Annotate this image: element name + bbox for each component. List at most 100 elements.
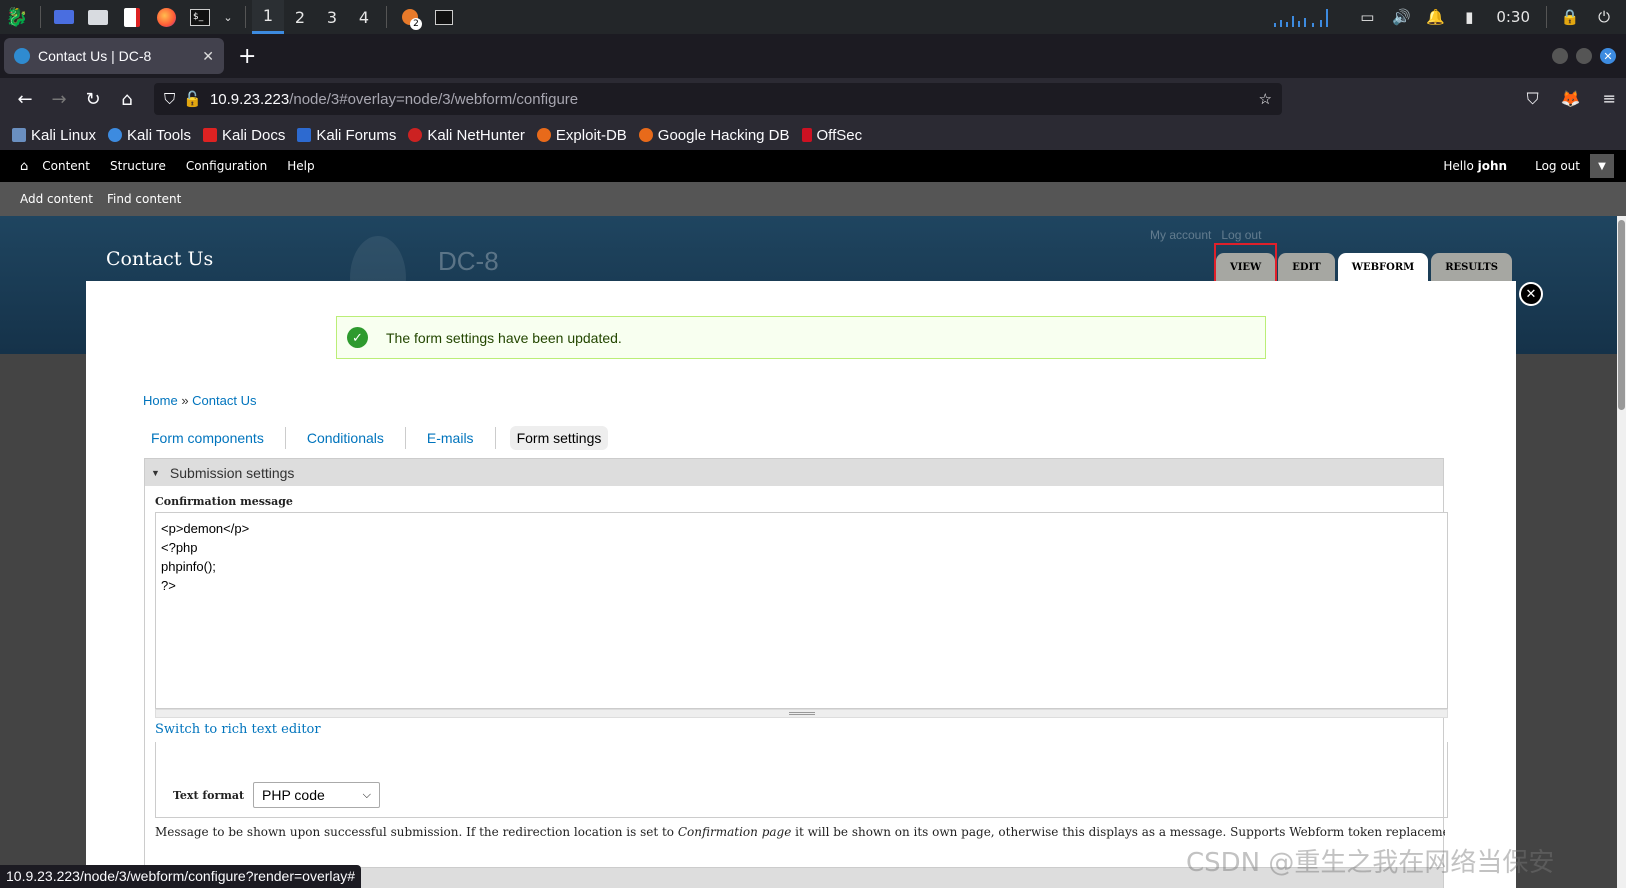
- display-icon[interactable]: ▭: [1355, 6, 1379, 28]
- site-name: DC-8: [438, 246, 499, 276]
- site-logout-link[interactable]: Log out: [1221, 228, 1261, 242]
- username[interactable]: john: [1478, 159, 1507, 173]
- notification-bell-icon[interactable]: 🔔: [1423, 6, 1447, 28]
- bookmark-label: Kali Docs: [221, 126, 286, 144]
- description-italic: Confirmation page: [677, 825, 792, 839]
- tab-divider: [284, 427, 286, 449]
- confirmation-message-label: Confirmation message: [155, 495, 293, 508]
- shortcuts-bar: Add content Find content: [0, 182, 1626, 216]
- toolbar-logout[interactable]: Log out: [1535, 159, 1580, 173]
- firefox-icon[interactable]: [154, 6, 178, 28]
- forward-arrow-icon[interactable]: →: [42, 89, 76, 110]
- shortcut-add-content[interactable]: Add content: [20, 192, 93, 206]
- tab-e-mails[interactable]: E-mails: [420, 426, 481, 450]
- hello-label: Hello: [1443, 159, 1474, 173]
- page-scrollbar[interactable]: [1617, 216, 1626, 888]
- taskbar-separator: [40, 6, 41, 28]
- hamburger-menu-icon[interactable]: ≡: [1603, 89, 1616, 109]
- extension-icon[interactable]: 🦊: [1561, 89, 1581, 109]
- bookmark-exploit-db[interactable]: Exploit-DB: [536, 127, 627, 144]
- submission-settings-fieldset: ▼ Submission settings Confirmation messa…: [144, 458, 1448, 888]
- taskbar: 🐉 $_ ⌄ 1 2 3 4 2 ▭ 🔊 🔔 ▮ 0:30 🔒 ⏻: [0, 0, 1626, 34]
- chevron-down-icon: ⌵: [362, 788, 371, 801]
- tab-form-components[interactable]: Form components: [144, 426, 271, 450]
- close-tab-icon[interactable]: ✕: [202, 48, 214, 65]
- status-message: ✓ The form settings have been updated.: [336, 316, 1266, 359]
- window-count-badge: 2: [410, 18, 422, 30]
- home-icon[interactable]: ⌂: [110, 89, 144, 110]
- scrollbar-thumb[interactable]: [1618, 220, 1625, 410]
- breadcrumb-contact-us[interactable]: Contact Us: [192, 393, 256, 408]
- bookmark-kali-linux[interactable]: Kali Linux: [12, 127, 96, 144]
- bookmark-kali-nethunter[interactable]: Kali NetHunter: [408, 127, 525, 144]
- close-window-icon[interactable]: ✕: [1600, 48, 1616, 64]
- workspace-2[interactable]: 2: [284, 0, 316, 34]
- cpu-graph: [1204, 5, 1334, 29]
- tab-webform[interactable]: WEBFORM: [1337, 253, 1429, 281]
- kali-menu-icon[interactable]: 🐉: [5, 6, 29, 28]
- fieldset-legend[interactable]: ▼ Submission settings: [145, 459, 1443, 486]
- power-icon[interactable]: ⏻: [1592, 6, 1616, 28]
- bookmark-kali-docs[interactable]: Kali Docs: [202, 126, 286, 144]
- terminal-window-icon[interactable]: [432, 6, 456, 28]
- bookmark-kali-tools[interactable]: Kali Tools: [108, 127, 191, 144]
- confirmation-message-textarea[interactable]: [155, 512, 1448, 709]
- menu-content[interactable]: Content: [42, 159, 90, 173]
- bookmark-label: OffSec: [816, 126, 863, 144]
- tab-results[interactable]: RESULTS: [1431, 253, 1512, 281]
- pocket-icon[interactable]: ⛉: [1527, 89, 1539, 109]
- text-format-value: PHP code: [262, 787, 325, 803]
- volume-icon[interactable]: 🔊: [1389, 6, 1413, 28]
- workspace-3[interactable]: 3: [316, 0, 348, 34]
- url-bar[interactable]: ⛉ 🔓 10.9.23.223 /node/3#overlay=node/3/w…: [154, 83, 1282, 115]
- minimize-icon[interactable]: [1552, 48, 1568, 64]
- bookmark-kali-forums[interactable]: Kali Forums: [297, 127, 396, 144]
- menu-help[interactable]: Help: [287, 159, 314, 173]
- workspace-1[interactable]: 1: [252, 0, 284, 34]
- tab-conditionals[interactable]: Conditionals: [300, 426, 391, 450]
- battery-icon[interactable]: ▮: [1457, 6, 1481, 28]
- watermark: CSDN @重生之我在网络当保安: [1186, 848, 1555, 878]
- tab-divider: [404, 427, 406, 449]
- text-editor-icon[interactable]: [120, 6, 144, 28]
- new-tab-button[interactable]: +: [238, 44, 256, 69]
- bookmark-label: Kali Forums: [316, 126, 397, 144]
- bookmark-label: Kali Tools: [127, 126, 191, 144]
- bookmark-google-hacking-db[interactable]: Google Hacking DB: [638, 126, 790, 144]
- shortcut-find-content[interactable]: Find content: [107, 192, 181, 206]
- burp-window-icon[interactable]: 2: [398, 6, 422, 30]
- toolbar-drawer-toggle-icon[interactable]: ▼: [1590, 154, 1614, 178]
- collapse-triangle-icon[interactable]: ▼: [151, 468, 160, 478]
- shield-icon[interactable]: ⛉: [164, 91, 175, 108]
- bookmark-offsec[interactable]: OffSec: [801, 126, 863, 144]
- browser-tab[interactable]: Contact Us | DC-8 ✕: [4, 38, 224, 74]
- workspace-4[interactable]: 4: [348, 0, 380, 34]
- desktop-icon[interactable]: [52, 6, 76, 28]
- menu-configuration[interactable]: Configuration: [186, 159, 267, 173]
- insecure-lock-icon[interactable]: 🔓: [183, 90, 202, 108]
- admin-home-icon[interactable]: ⌂: [20, 159, 28, 174]
- text-format-select[interactable]: PHP code ⌵: [253, 782, 380, 808]
- url-host: 10.9.23.223: [209, 90, 290, 108]
- maximize-icon[interactable]: [1576, 48, 1592, 64]
- browser-tab-bar: Contact Us | DC-8 ✕ + ✕: [0, 34, 1626, 78]
- browser-toolbar-right: ⛉ 🦊 ≡: [1505, 89, 1616, 109]
- textarea-resize-grip[interactable]: [155, 709, 1448, 718]
- breadcrumb-home[interactable]: Home: [143, 393, 178, 408]
- chevron-down-icon[interactable]: ⌄: [222, 6, 234, 28]
- switch-rich-text-link[interactable]: Switch to rich text editor: [155, 722, 321, 737]
- lock-screen-icon[interactable]: 🔒: [1558, 6, 1582, 28]
- close-overlay-icon[interactable]: ✕: [1519, 282, 1543, 306]
- fieldset-title: Submission settings: [169, 464, 295, 481]
- tab-edit[interactable]: EDIT: [1278, 253, 1335, 281]
- bookmark-star-icon[interactable]: ☆: [1259, 90, 1272, 108]
- file-manager-icon[interactable]: [86, 6, 110, 28]
- reload-icon[interactable]: ↻: [76, 89, 110, 110]
- my-account-link[interactable]: My account: [1150, 228, 1211, 242]
- tab-form-settings[interactable]: Form settings: [509, 426, 609, 450]
- menu-structure[interactable]: Structure: [110, 159, 166, 173]
- taskbar-separator: [1546, 6, 1547, 28]
- bookmark-label: Google Hacking DB: [657, 126, 790, 144]
- terminal-icon[interactable]: $_: [188, 6, 212, 28]
- back-arrow-icon[interactable]: ←: [8, 89, 42, 110]
